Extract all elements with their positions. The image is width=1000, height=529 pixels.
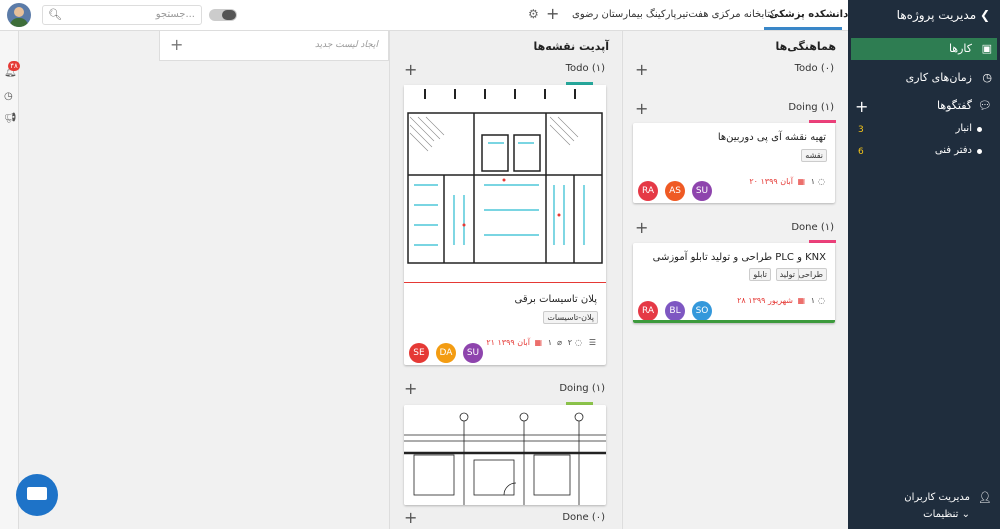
sidebar-title[interactable]: مدیریت پروژه‌ها ❮ [897,8,990,22]
add-card-button[interactable]: + [635,60,648,79]
card-tag: طراحی [794,268,827,281]
group-todo[interactable]: Todo (۰) [795,63,834,74]
calendar-icon: ▦ [797,177,805,186]
list-title: آپدیت نقشه‌ها [533,40,609,53]
bullet-icon [977,149,982,154]
settings-link[interactable]: تنظیمات ⌄ [923,509,970,520]
attachment-count: ۱ [547,338,552,347]
done-progress-bar [633,320,835,323]
member-avatar[interactable]: SU [463,343,483,363]
chat-channel-warehouse[interactable]: انبار [956,123,972,134]
group-done[interactable]: Done (۰) [562,512,605,523]
card-tag: پلان-تاسیسات [543,311,598,324]
timer-icon[interactable]: ◷ [4,91,13,102]
member-avatar[interactable]: RA [638,181,658,201]
sidebar-item-tasks-bg [851,38,997,60]
add-card-button[interactable]: + [404,379,417,398]
comment-count: ۱ [810,177,815,186]
calendar-icon: ▦ [797,296,805,305]
add-tab-button[interactable]: + [546,4,559,23]
chat-icon: 💬︎ [978,99,992,112]
list-title: هماهنگی‌ها [775,40,836,53]
bullet-icon [977,127,982,132]
group-doing[interactable]: Doing (۱) [788,102,834,113]
search-placeholder: جستجو... [155,9,195,20]
new-list-placeholder: ایجاد لیست جدید [314,40,378,50]
add-list-button[interactable]: + [170,35,183,54]
electrical-plan-image [404,85,606,283]
task-card[interactable]: پلان تاسیسات برقی پلان-تاسیسات ☰ ◌ ۲ ⌀ ۱… [404,85,606,365]
add-card-button[interactable]: + [635,99,648,118]
sidebar: مدیریت پروژه‌ها ❮ کارها ▣ زمان‌های کاری … [848,0,1000,529]
search-icon[interactable]: 🔍︎ [48,8,62,21]
tab-medical-school[interactable]: دانشکده پزشکی [769,9,848,20]
briefcase-icon: ▣ [981,42,992,55]
member-avatar[interactable]: SE [409,343,429,363]
tab-parking[interactable]: پارکینگ بیمارستان رضوی [572,9,676,20]
task-card[interactable]: تهیه نقشه آی پی دوربین‌ها نقشه ◌ ۱ ▦ ۲۰ … [633,123,835,203]
comment-count: ۱ [810,296,815,305]
member-avatar[interactable]: BL [665,301,685,321]
clock-icon: ◷ [982,71,992,84]
notification-badge: ۴۸ [8,61,20,71]
card-tag: نقشه [801,149,827,162]
search-box[interactable]: 🔍︎ جستجو... [42,5,202,25]
unread-count: 6 [858,147,864,157]
calendar-icon: ▦ [534,338,542,347]
add-card-button[interactable]: + [404,60,417,79]
user-avatar[interactable] [7,3,31,27]
sidebar-item-chats[interactable]: گفتگوها [937,99,972,112]
group-doing[interactable]: Doing (۱) [559,383,605,394]
comment-icon: ◌ [818,177,825,186]
gear-icon[interactable]: ⚙ [528,7,539,21]
support-chat-button[interactable] [16,474,58,516]
chat-channel-tech-office[interactable]: دفتر فنی [935,145,972,156]
comment-icon: ◌ [575,338,582,347]
member-avatar[interactable]: RA [638,301,658,321]
card-title: طراحی و تولید تابلو آموزشی PLC و KNX [652,252,826,263]
user-icon: 👤︎ [978,491,992,504]
top-bar: 🔍︎ جستجو... ⚙ + پارکینگ بیمارستان رضوی ک… [0,0,848,31]
add-card-button[interactable]: + [404,508,417,527]
comment-icon: ◌ [818,296,825,305]
task-card[interactable] [404,405,606,505]
unread-count: 3 [858,125,864,135]
user-management-link[interactable]: مدیریت کاربران [904,492,970,503]
list-coordination: هماهنگی‌ها + Todo (۰) + Doing (۱) تهیه ن… [622,31,848,529]
list-map-updates: آپدیت نقشه‌ها + Todo (۱) [389,31,621,529]
due-date: ۲۱ آبان ۱۳۹۹ [486,338,530,347]
checklist-icon: ☰ [588,338,596,347]
due-date: ۲۸ شهریور ۱۳۹۹ [737,296,793,305]
member-avatar[interactable]: SU [692,181,712,201]
member-avatar[interactable]: SO [692,301,712,321]
sidebar-item-worktimes[interactable]: زمان‌های کاری [906,71,972,84]
card-title: پلان تاسیسات برقی [514,294,597,305]
card-tag: تابلو [749,268,771,281]
card-title: تهیه نقشه آی پی دوربین‌ها [717,132,826,143]
sidebar-item-tasks[interactable]: کارها [949,42,972,55]
group-done[interactable]: Done (۱) [791,222,834,233]
new-list-column[interactable]: ایجاد لیست جدید + [159,31,389,61]
megaphone-icon[interactable]: 📢︎ [4,113,17,124]
view-toggle[interactable] [209,9,237,21]
active-tab-indicator [764,27,842,30]
tab-library[interactable]: کتابخانه مرکزی هفت‌تیر [677,9,775,20]
member-avatar[interactable]: DA [436,343,456,363]
member-avatar[interactable]: AS [665,181,685,201]
group-todo[interactable]: Todo (۱) [566,63,605,74]
add-card-button[interactable]: + [635,218,648,237]
floor-plan-image [404,405,606,505]
add-chat-button[interactable]: + [855,97,868,116]
comment-count: ۲ [567,338,572,347]
attach-icon: ⌀ [557,338,562,347]
card-tag: تولید [775,268,799,281]
left-toolbar: 🔔︎ ۴۸ ◷ 📢︎ [0,31,20,529]
task-card[interactable]: طراحی و تولید تابلو آموزشی PLC و KNX طرا… [633,243,835,323]
due-date: ۲۰ آبان ۱۳۹۹ [749,177,793,186]
